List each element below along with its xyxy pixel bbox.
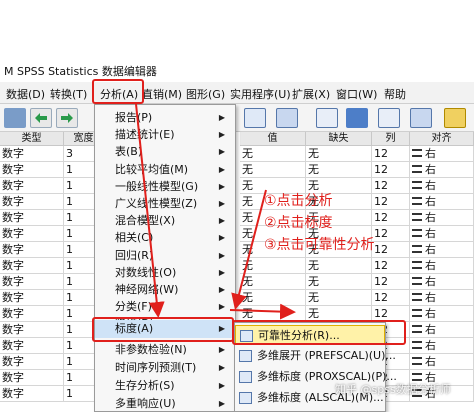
watermark: 知乎 @spss数据分析师 bbox=[335, 383, 451, 396]
arrow-to-reliability bbox=[229, 303, 296, 320]
annotation-step-1: ①点击分析 bbox=[264, 193, 333, 209]
arrow-analyze-to-scale bbox=[135, 103, 165, 318]
arrow-steps-to-scale bbox=[231, 189, 267, 310]
annotation-arrows bbox=[135, 103, 296, 320]
annotation-step-2: ②点击标度 bbox=[264, 215, 333, 231]
annotation-step-3: ③点击可靠性分析 bbox=[264, 237, 375, 253]
